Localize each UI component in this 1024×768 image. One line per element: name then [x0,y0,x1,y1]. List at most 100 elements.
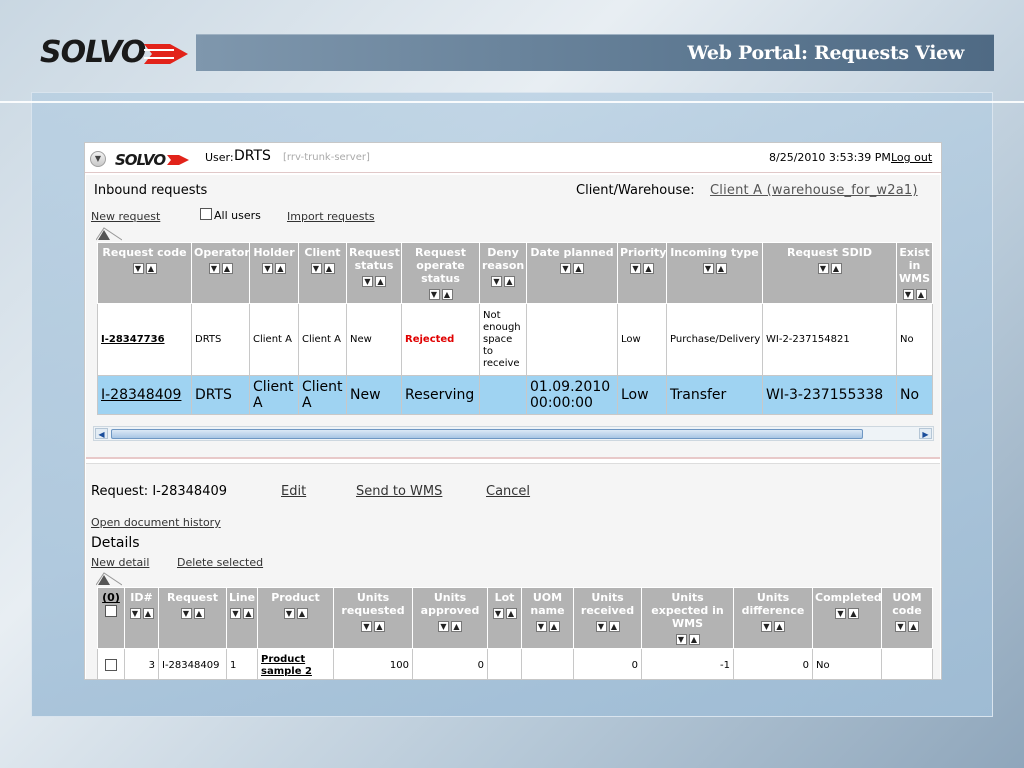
sort-arrows-icon[interactable]: ▼ ▲ [129,606,155,619]
sort-arrows-icon[interactable]: ▼ ▲ [437,619,463,632]
cell-priority: Low [617,375,667,415]
svg-text:SOLVO: SOLVO [115,151,166,169]
cell-uom-code [881,648,933,679]
col-request-status[interactable]: Request status ▼ ▲ [346,242,402,304]
col-deny-reason[interactable]: Deny reason ▼ ▲ [479,242,527,304]
cell-units-difference: 0 [733,648,813,679]
col-completed[interactable]: Completed ▼ ▲ [812,587,882,649]
collapse-toggle-icon[interactable]: ▼ [90,151,106,167]
col-id[interactable]: ID# ▼ ▲ [124,587,159,649]
sort-arrows-icon[interactable]: ▼ ▲ [894,619,920,632]
cell-units-received: 0 [573,648,642,679]
cell-date-planned: 01.09.2010 00:00:00 [526,375,618,415]
sort-arrows-icon[interactable]: ▼ ▲ [595,619,621,632]
table-row[interactable]: 3 I-28348409 1 Product sample 2 100 0 0 … [97,648,933,679]
new-request-link[interactable]: New request [91,210,160,223]
logout-link[interactable]: Log out [891,151,932,164]
col-request-sdid[interactable]: Request SDID ▼ ▲ [762,242,897,304]
select-all-checkbox[interactable] [105,605,117,617]
cell-incoming-type: Transfer [666,375,763,415]
sort-arrows-icon[interactable]: ▼ ▲ [817,261,843,274]
import-requests-link[interactable]: Import requests [287,210,375,223]
scrollbar-thumb[interactable] [111,429,863,439]
col-date-planned[interactable]: Date planned ▼ ▲ [526,242,618,304]
scroll-left-icon[interactable]: ◀ [95,428,108,439]
row-checkbox[interactable] [105,659,117,671]
cell-operate-status: Rejected [401,303,480,376]
top-bar: ▼ SOLVO User: DRTS [rrv-trunk-server] 8/… [85,143,941,173]
open-document-history-link[interactable]: Open document history [91,516,221,529]
sort-arrows-icon[interactable]: ▼ ▲ [310,261,336,274]
sort-arrows-icon[interactable]: ▼ ▲ [675,632,701,645]
sort-arrows-icon[interactable]: ▼ ▲ [132,261,158,274]
all-users-checkbox[interactable] [200,208,212,220]
edit-link[interactable]: Edit [281,484,306,499]
new-detail-link[interactable]: New detail [91,556,149,569]
table-row[interactable]: I-28347736 DRTS Client A Client A New Re… [97,303,933,376]
scroll-right-icon[interactable]: ▶ [919,428,932,439]
cell-product[interactable]: Product sample 2 [257,648,334,679]
col-units-expected-in-wms[interactable]: Units expected in WMS ▼ ▲ [641,587,734,649]
sort-arrows-icon[interactable]: ▼ ▲ [559,261,585,274]
client-warehouse-link[interactable]: Client A (warehouse_for_w2a1) [710,183,918,198]
sort-arrows-icon[interactable]: ▼ ▲ [702,261,728,274]
col-line[interactable]: Line ▼ ▲ [226,587,258,649]
cell-date-planned [526,303,618,376]
col-units-difference[interactable]: Units difference ▼ ▲ [733,587,813,649]
col-product[interactable]: Product ▼ ▲ [257,587,334,649]
col-units-received[interactable]: Units received ▼ ▲ [573,587,642,649]
cancel-link[interactable]: Cancel [486,484,530,499]
col-priority[interactable]: Priority ▼ ▲ [617,242,667,304]
sort-arrows-icon[interactable]: ▼ ▲ [902,287,928,300]
col-uom-name[interactable]: UOM name ▼ ▲ [521,587,574,649]
cell-request-code[interactable]: I-28347736 [97,303,192,376]
cell-units-expected-in-wms: -1 [641,648,734,679]
cell-holder: Client A [249,375,299,415]
col-select-all[interactable]: (0) [97,587,125,649]
send-to-wms-link[interactable]: Send to WMS [356,484,442,499]
horizontal-scrollbar[interactable]: ◀ ▶ [93,426,934,441]
col-client[interactable]: Client ▼ ▲ [298,242,347,304]
web-portal-screen: ▼ SOLVO User: DRTS [rrv-trunk-server] 8/… [84,142,942,680]
col-uom-code[interactable]: UOM code ▼ ▲ [881,587,933,649]
col-request-operate-status[interactable]: Request operate status ▼ ▲ [401,242,480,304]
col-holder[interactable]: Holder ▼ ▲ [249,242,299,304]
table-row-selected[interactable]: I-28348409 DRTS Client A Client A New Re… [97,375,933,415]
details-title: Details [91,535,140,551]
sort-arrows-icon[interactable]: ▼ ▲ [283,606,309,619]
collapse-up-icon[interactable] [96,572,122,586]
col-exist-in-wms[interactable]: Exist in WMS ▼ ▲ [896,242,933,304]
sort-arrows-icon[interactable]: ▼ ▲ [361,274,387,287]
cell-select[interactable] [97,648,125,679]
sort-arrows-icon[interactable]: ▼ ▲ [629,261,655,274]
sort-arrows-icon[interactable]: ▼ ▲ [492,606,518,619]
col-units-approved[interactable]: Units approved ▼ ▲ [412,587,488,649]
request-code-link[interactable]: I-28347736 [101,334,165,345]
sort-arrows-icon[interactable]: ▼ ▲ [180,606,206,619]
cell-client: Client A [298,303,347,376]
sort-arrows-icon[interactable]: ▼ ▲ [760,619,786,632]
sort-arrows-icon[interactable]: ▼ ▲ [360,619,386,632]
col-request[interactable]: Request ▼ ▲ [158,587,227,649]
sort-arrows-icon[interactable]: ▼ ▲ [428,287,454,300]
cell-request-code[interactable]: I-28348409 [97,375,192,415]
cell-operate-status: Reserving [401,375,480,415]
col-request-code[interactable]: Request code ▼ ▲ [97,242,192,304]
col-incoming-type[interactable]: Incoming type ▼ ▲ [666,242,763,304]
col-operator[interactable]: Operator ▼ ▲ [191,242,250,304]
collapse-up-icon[interactable] [96,227,122,241]
sort-arrows-icon[interactable]: ▼ ▲ [535,619,561,632]
sort-arrows-icon[interactable]: ▼ ▲ [229,606,255,619]
cell-client: Client A [298,375,347,415]
sort-arrows-icon[interactable]: ▼ ▲ [208,261,234,274]
delete-selected-link[interactable]: Delete selected [177,556,263,569]
col-units-requested[interactable]: Units requested ▼ ▲ [333,587,413,649]
details-table: (0) ID# ▼ ▲ Request ▼ ▲ Line ▼ ▲ Product ▼ ▲ Uni… [97,587,933,679]
product-link[interactable]: Product sample 2 [261,654,312,677]
request-code-link[interactable]: I-28348409 [101,387,181,403]
cell-request-status: New [346,375,402,415]
sort-arrows-icon[interactable]: ▼ ▲ [834,606,860,619]
col-lot[interactable]: Lot ▼ ▲ [487,587,522,649]
sort-arrows-icon[interactable]: ▼ ▲ [261,261,287,274]
sort-arrows-icon[interactable]: ▼ ▲ [490,274,516,287]
